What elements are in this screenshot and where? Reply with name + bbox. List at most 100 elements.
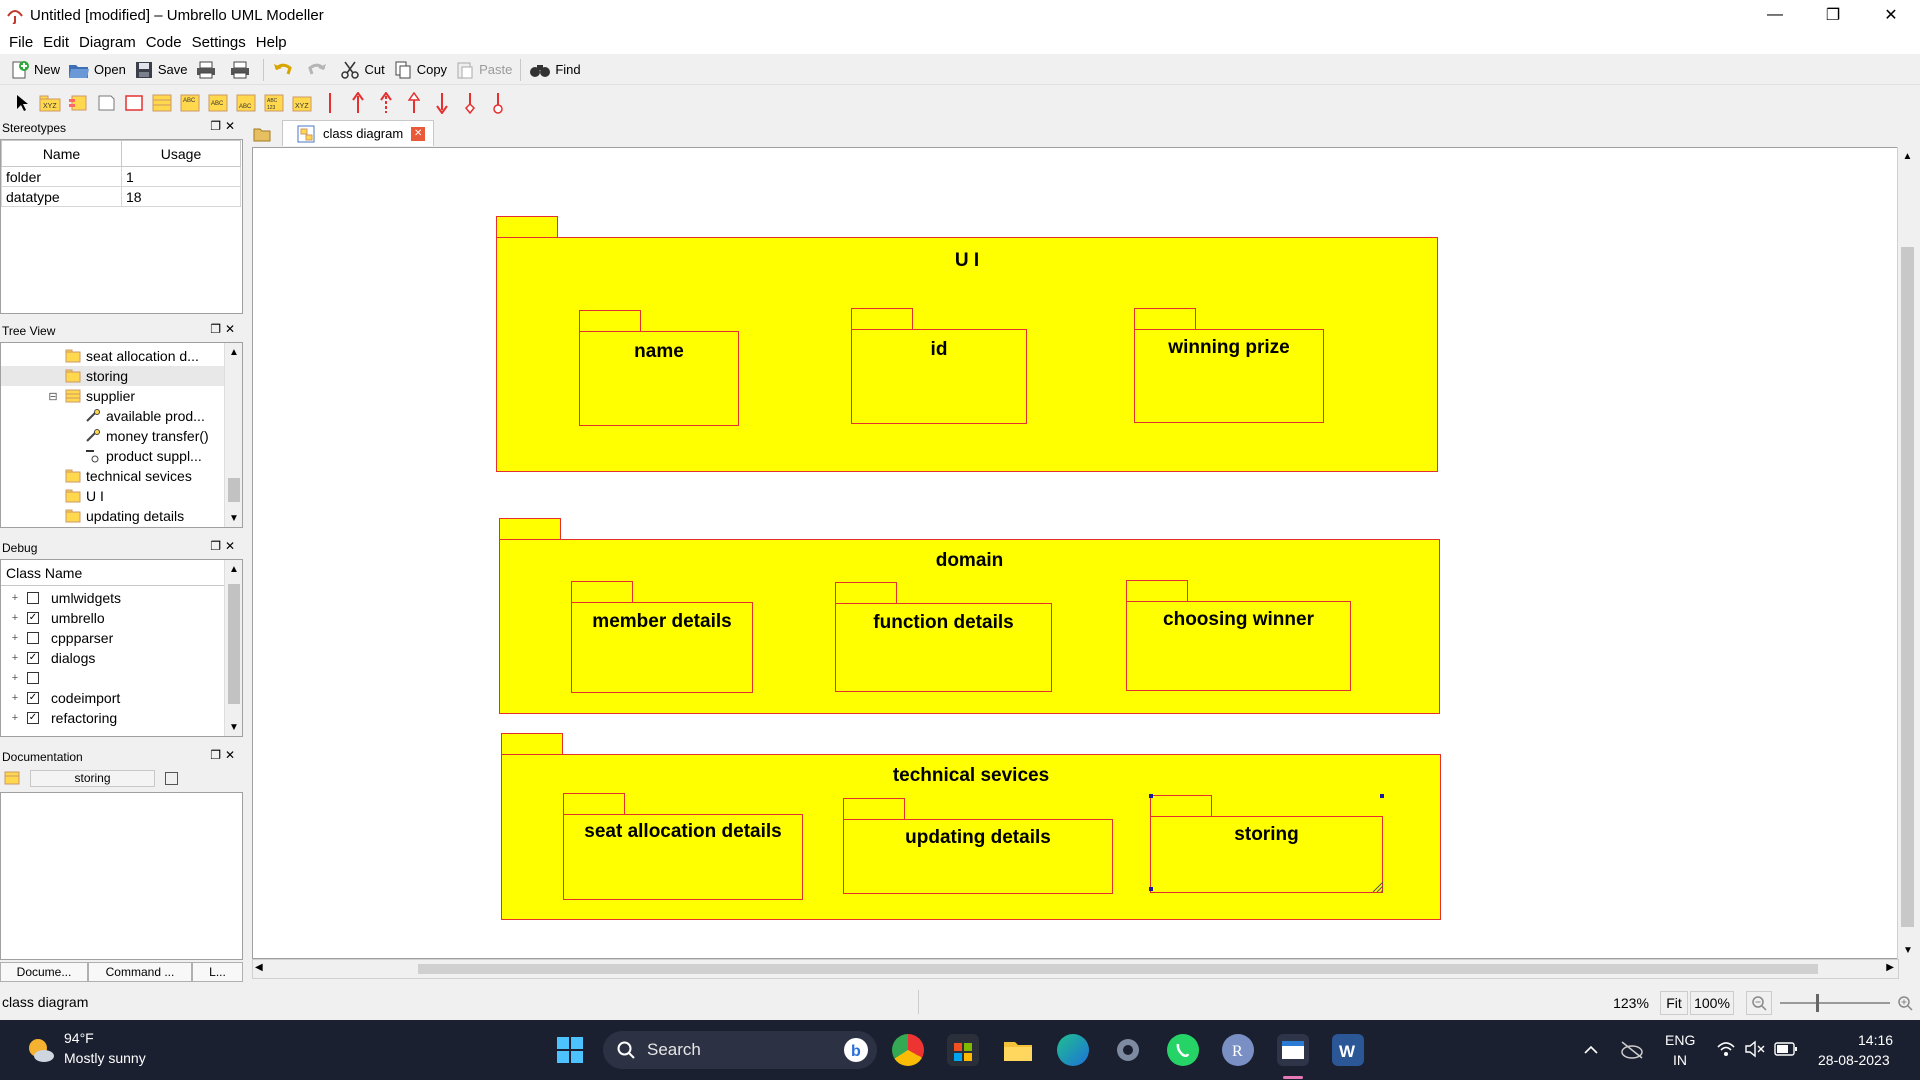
- tree-item[interactable]: ⊟ supplier: [1, 386, 242, 406]
- package-choosing-winner[interactable]: choosing winner: [1126, 580, 1351, 691]
- component-tool[interactable]: [64, 90, 92, 116]
- package-id[interactable]: id: [851, 308, 1027, 424]
- scroll-thumb[interactable]: [418, 964, 1818, 974]
- zoom-100-button[interactable]: 100%: [1690, 991, 1734, 1015]
- column-name[interactable]: Name: [1, 140, 122, 167]
- enum-tool[interactable]: ABC: [232, 90, 260, 116]
- bing-icon[interactable]: b: [843, 1037, 869, 1063]
- package-storing[interactable]: storing: [1150, 795, 1383, 893]
- expand-icon[interactable]: +: [9, 652, 21, 664]
- select-tool[interactable]: [8, 90, 36, 116]
- package-seat-allocation-details[interactable]: seat allocation details: [563, 793, 803, 900]
- print-preview-button[interactable]: [225, 57, 259, 83]
- package-tool[interactable]: XYZ: [36, 90, 64, 116]
- checkbox[interactable]: [27, 672, 39, 684]
- scroll-up-icon[interactable]: ▲: [225, 560, 242, 578]
- table-row[interactable]: folder 1: [1, 166, 241, 187]
- menu-edit[interactable]: Edit: [38, 34, 74, 51]
- checkbox-checked[interactable]: ✓: [27, 652, 39, 664]
- tree-item[interactable]: product suppl...: [1, 446, 242, 466]
- scroll-left-icon[interactable]: ◀: [255, 962, 263, 973]
- tree-scrollbar[interactable]: ▲ ▼: [224, 343, 242, 527]
- chevron-up-icon[interactable]: [1583, 1042, 1599, 1058]
- new-button[interactable]: New: [6, 57, 64, 83]
- wifi-icon[interactable]: [1716, 1040, 1736, 1058]
- tree-item[interactable]: technical sevices: [1, 466, 242, 486]
- zoom-in-button[interactable]: [1892, 991, 1918, 1015]
- expand-icon[interactable]: +: [9, 612, 21, 624]
- redo-button[interactable]: [302, 57, 336, 83]
- weather-description[interactable]: Mostly sunny: [64, 1050, 146, 1066]
- tree-item[interactable]: storing: [1, 366, 242, 386]
- clock-date[interactable]: 28-08-2023: [1818, 1052, 1890, 1068]
- canvas-vertical-scrollbar[interactable]: ▲ ▼: [1897, 147, 1917, 959]
- debug-row[interactable]: + ✓ umbrello: [1, 608, 242, 628]
- region-indicator[interactable]: IN: [1673, 1052, 1687, 1068]
- print-button[interactable]: [191, 57, 225, 83]
- class-tool[interactable]: [148, 90, 176, 116]
- package-updating-details[interactable]: updating details: [843, 798, 1113, 894]
- interface-tool[interactable]: ABC: [176, 90, 204, 116]
- close-button[interactable]: ✕: [1862, 0, 1920, 30]
- minimize-button[interactable]: —: [1746, 0, 1804, 30]
- resize-grip-icon[interactable]: [1372, 881, 1384, 893]
- file-explorer-icon[interactable]: [1002, 1034, 1034, 1066]
- debug-scrollbar[interactable]: ▲ ▼: [224, 560, 242, 736]
- onedrive-icon[interactable]: [1620, 1040, 1644, 1060]
- column-usage[interactable]: Usage: [121, 140, 241, 167]
- expand-icon[interactable]: +: [9, 632, 21, 644]
- scroll-down-icon[interactable]: ▼: [225, 509, 242, 527]
- expand-icon[interactable]: +: [9, 672, 21, 684]
- menu-file[interactable]: File: [4, 34, 38, 51]
- tree-item[interactable]: seat allocation d...: [1, 346, 242, 366]
- undo-button[interactable]: [268, 57, 302, 83]
- cut-button[interactable]: Cut: [336, 57, 388, 83]
- weather-sun-icon[interactable]: [24, 1034, 56, 1066]
- tab-log[interactable]: L...: [192, 962, 243, 982]
- diagram-canvas[interactable]: U I name id winning prize domain member …: [252, 147, 1899, 959]
- weather-temperature[interactable]: 94°F: [64, 1030, 94, 1046]
- dependency-tool[interactable]: [372, 90, 400, 116]
- language-indicator[interactable]: ENG: [1665, 1032, 1695, 1048]
- checkbox-checked[interactable]: ✓: [27, 612, 39, 624]
- whatsapp-icon[interactable]: [1167, 1034, 1199, 1066]
- tab-command-history[interactable]: Command ...: [88, 962, 192, 982]
- expand-icon[interactable]: +: [9, 712, 21, 724]
- scroll-down-icon[interactable]: ▼: [1898, 941, 1918, 959]
- scroll-right-icon[interactable]: ▶: [1886, 962, 1894, 973]
- zoom-slider-handle[interactable]: [1816, 994, 1819, 1012]
- chrome-icon[interactable]: [892, 1034, 924, 1066]
- dock-float-close-icon[interactable]: ❐✕: [210, 322, 239, 336]
- scroll-thumb[interactable]: [228, 478, 240, 502]
- checkbox[interactable]: [27, 632, 39, 644]
- package-winning-prize[interactable]: winning prize: [1134, 308, 1324, 423]
- debug-row[interactable]: + cppparser: [1, 628, 242, 648]
- directed-association-tool[interactable]: [344, 90, 372, 116]
- edge-icon[interactable]: [1057, 1034, 1089, 1066]
- debug-row[interactable]: +: [1, 668, 242, 688]
- debug-row[interactable]: + umlwidgets: [1, 588, 242, 608]
- zoom-out-button[interactable]: [1746, 991, 1772, 1015]
- menu-code[interactable]: Code: [141, 34, 187, 51]
- selection-handle[interactable]: [1380, 794, 1384, 798]
- debug-column-header[interactable]: Class Name: [1, 560, 242, 586]
- microsoft-store-icon[interactable]: [947, 1034, 979, 1066]
- tab-documentation[interactable]: Docume...: [0, 962, 88, 982]
- maximize-button[interactable]: ❐: [1804, 0, 1862, 30]
- dock-float-close-icon[interactable]: ❐✕: [210, 539, 239, 553]
- composition-tool[interactable]: [456, 90, 484, 116]
- debug-row[interactable]: + ✓ codeimport: [1, 688, 242, 708]
- box-tool[interactable]: [120, 90, 148, 116]
- note-tool[interactable]: [92, 90, 120, 116]
- tree-item[interactable]: updating details: [1, 506, 242, 526]
- dock-float-close-icon[interactable]: ❐✕: [210, 748, 239, 762]
- volume-muted-icon[interactable]: [1744, 1040, 1766, 1058]
- tree-item[interactable]: available prod...: [1, 406, 242, 426]
- selection-handle[interactable]: [1149, 794, 1153, 798]
- expand-icon[interactable]: +: [9, 692, 21, 704]
- dock-float-close-icon[interactable]: ❐✕: [210, 119, 239, 133]
- table-row[interactable]: datatype 18: [1, 186, 241, 207]
- documentation-checkbox[interactable]: [165, 771, 178, 785]
- expand-icon[interactable]: +: [9, 592, 21, 604]
- package-function-details[interactable]: function details: [835, 582, 1052, 692]
